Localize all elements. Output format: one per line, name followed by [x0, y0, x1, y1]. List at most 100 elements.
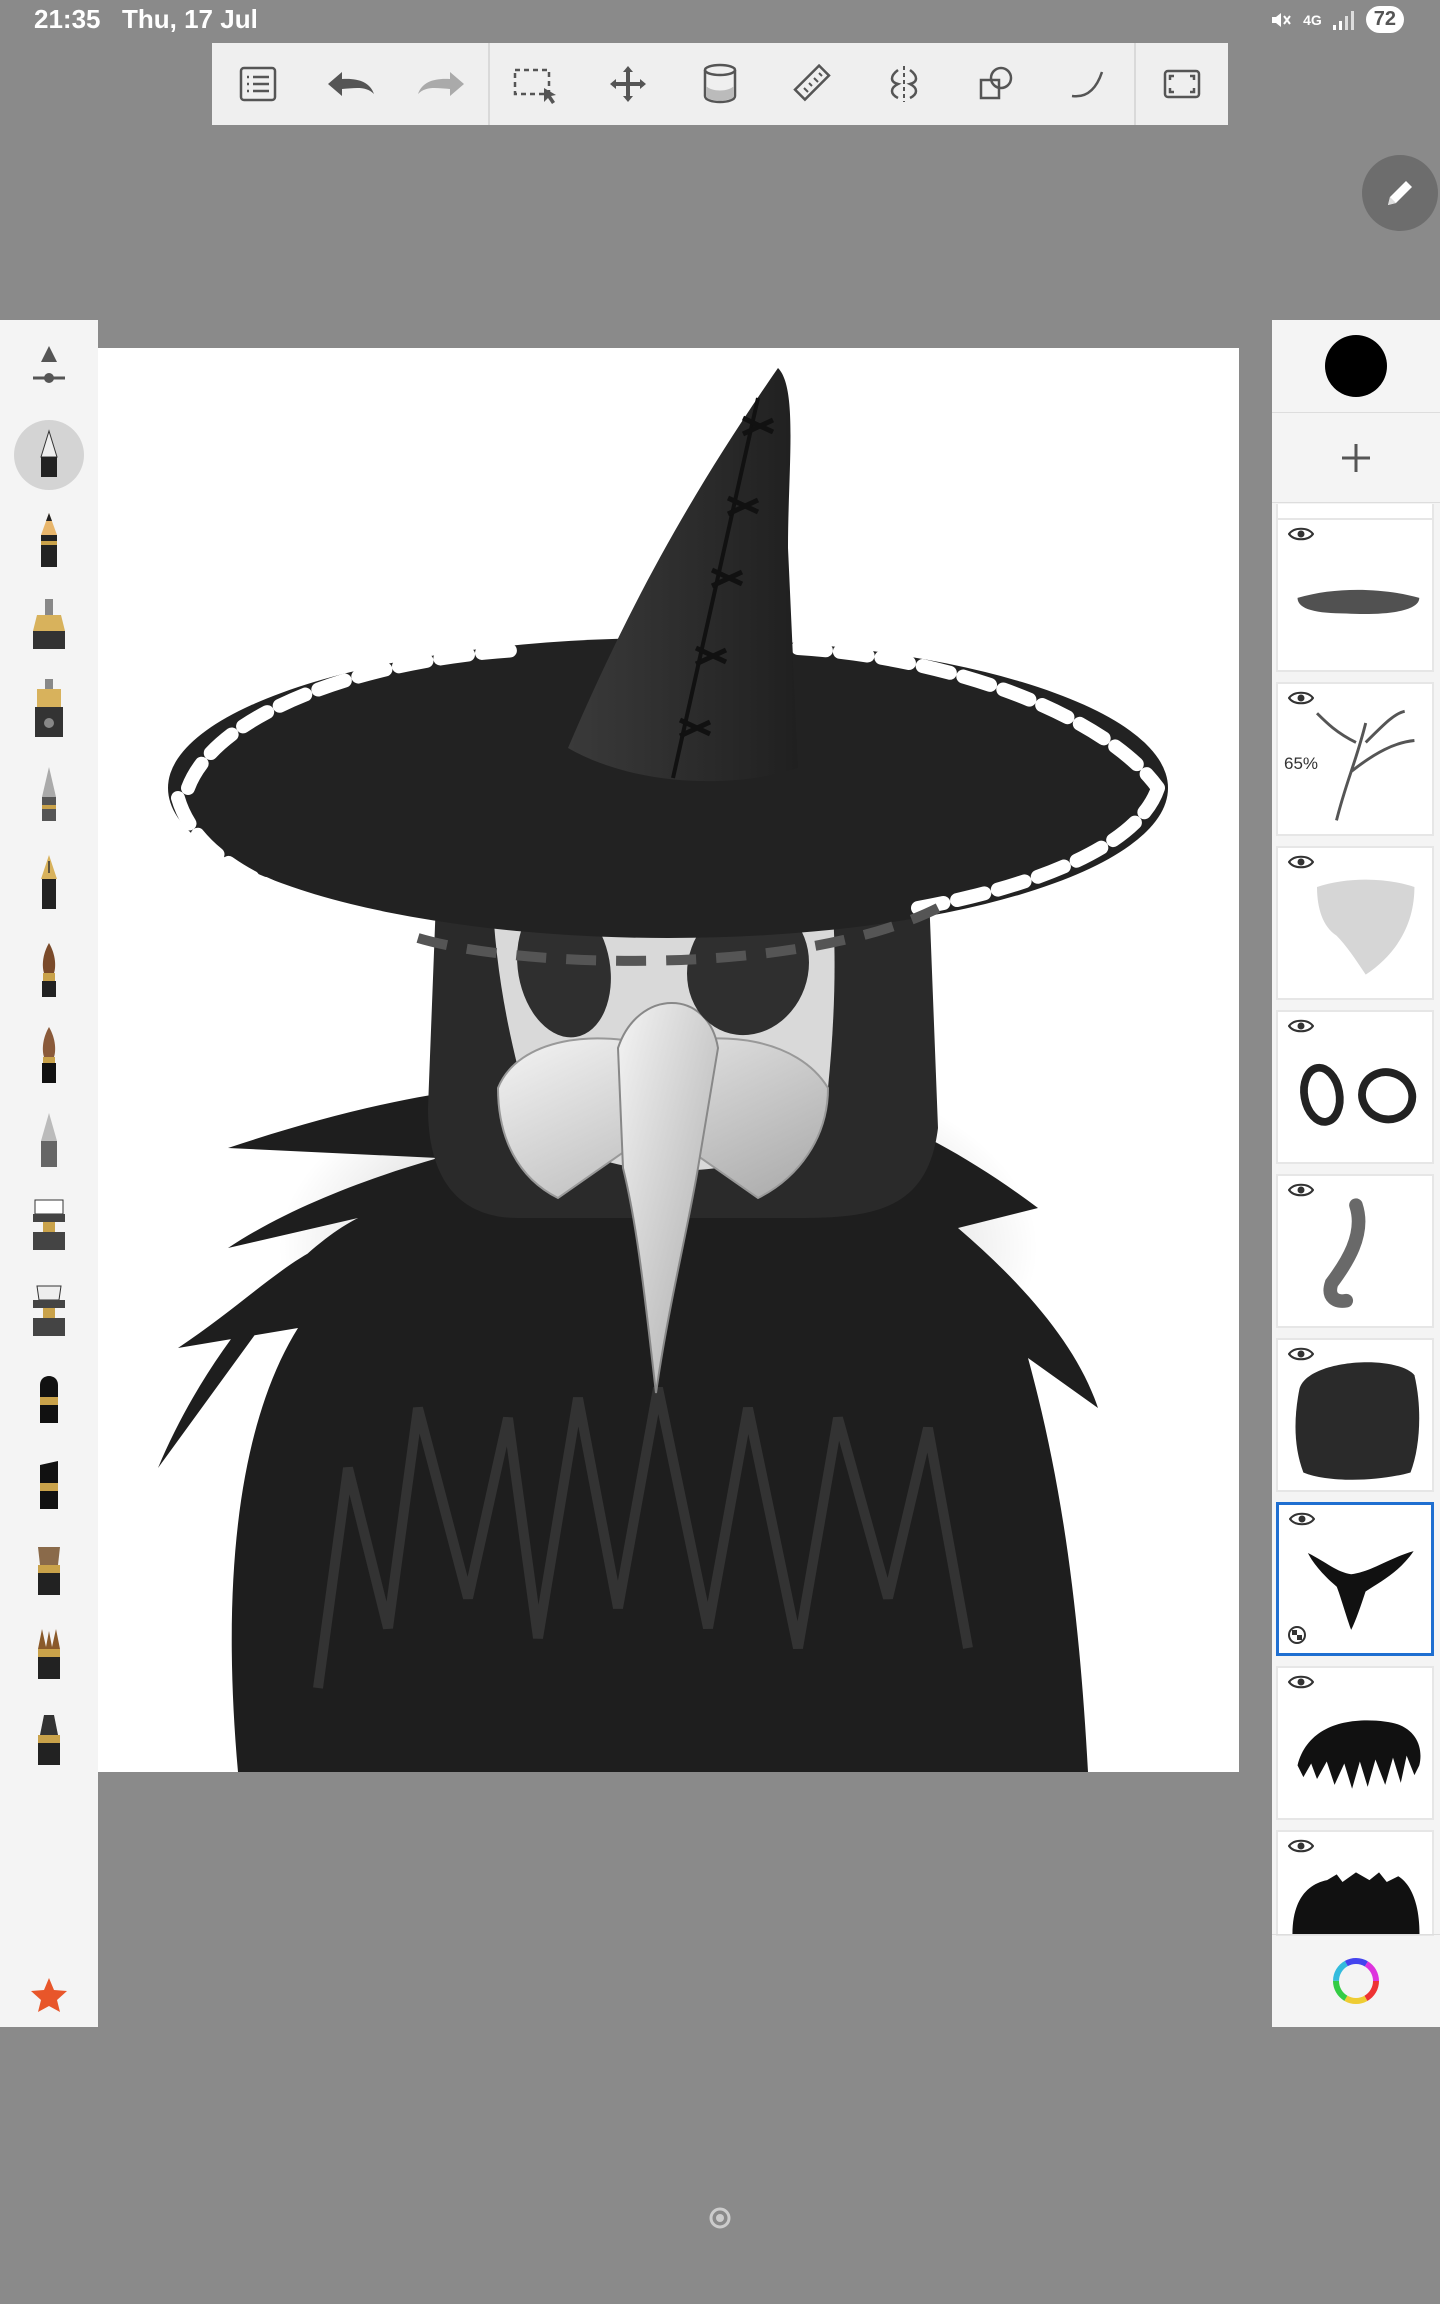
paintbrush-icon	[42, 943, 56, 997]
eye-icon[interactable]	[1289, 1511, 1315, 1527]
marker-brush-icon	[42, 1027, 56, 1083]
undo-button[interactable]	[304, 43, 396, 125]
brush-settings-icon	[33, 346, 65, 383]
layer-2[interactable]: 65%	[1276, 682, 1434, 836]
layer-4[interactable]	[1276, 1010, 1434, 1164]
layer-thumbnail	[1323, 1198, 1366, 1308]
eraser-icon	[33, 1199, 65, 1250]
redo-button[interactable]	[396, 43, 488, 125]
color-wheel-button[interactable]	[1272, 1934, 1440, 2027]
brush-paintbrush[interactable]	[18, 936, 80, 1006]
shapes-button[interactable]	[950, 43, 1042, 125]
brush-chisel[interactable]	[18, 1106, 80, 1176]
top-toolbar	[212, 43, 1228, 125]
layer-opacity-label: 65%	[1284, 754, 1319, 773]
layer-1[interactable]	[1276, 518, 1434, 672]
brush-eraser[interactable]	[18, 1190, 80, 1260]
status-icons: 4G 72	[1269, 6, 1404, 33]
brush-properties-button[interactable]	[18, 330, 80, 400]
marker-icon	[40, 1461, 58, 1509]
brush-airbrush[interactable]	[14, 420, 84, 490]
ruler-button[interactable]	[766, 43, 858, 125]
sync-indicator-icon	[709, 2207, 731, 2229]
status-bar: 21:35 Thu, 17 Jul 4G 72	[0, 0, 1440, 40]
eye-icon[interactable]	[1288, 1346, 1314, 1362]
inking-pen-icon	[33, 599, 65, 649]
brush-marker-pen[interactable]	[18, 1450, 80, 1520]
layer-3[interactable]	[1276, 846, 1434, 1000]
eye-icon[interactable]	[1288, 1674, 1314, 1690]
layer-8[interactable]	[1276, 1666, 1434, 1820]
lock-transparency-icon[interactable]	[1287, 1625, 1307, 1645]
shapes-icon	[979, 66, 1013, 100]
layer-thumbnail	[1295, 1362, 1420, 1480]
layer-thumbnail	[1317, 879, 1415, 975]
eye-icon[interactable]	[1288, 690, 1314, 706]
brush-ballpoint[interactable]	[18, 674, 80, 744]
round-brush-icon	[38, 1715, 60, 1765]
fountain-pen-icon	[41, 855, 57, 909]
layer-thumbnail	[1297, 1720, 1421, 1789]
transform-button[interactable]	[582, 43, 674, 125]
favorites-button[interactable]	[18, 1960, 80, 2030]
technical-pen-icon	[42, 767, 56, 821]
layers-list-button[interactable]	[212, 43, 304, 125]
brush-felt-tip[interactable]	[18, 1364, 80, 1434]
mute-icon	[1272, 12, 1291, 27]
airbrush-icon	[40, 429, 58, 477]
selection-icon	[513, 68, 556, 104]
brush-flat[interactable]	[18, 1536, 80, 1606]
layer-panel: 65%	[1272, 320, 1440, 2027]
layer-7-selected[interactable]	[1276, 1502, 1434, 1656]
list-icon	[239, 66, 277, 102]
curve-button[interactable]	[1042, 43, 1134, 125]
transform-icon	[609, 66, 646, 102]
brush-inking-pen[interactable]	[18, 590, 80, 660]
eye-icon[interactable]	[1288, 854, 1314, 870]
hard-eraser-icon	[33, 1285, 65, 1336]
signal-icon	[1332, 10, 1354, 30]
layer-6[interactable]	[1276, 1338, 1434, 1492]
network-label: 4G	[1303, 11, 1322, 28]
fullscreen-button[interactable]	[1136, 43, 1228, 125]
color-wheel-icon	[1333, 1958, 1379, 2004]
selection-button[interactable]	[490, 43, 582, 125]
pencil-icon	[1388, 181, 1412, 205]
current-color-button[interactable]	[1272, 320, 1440, 413]
drawing-canvas[interactable]	[98, 348, 1239, 1772]
status-date: Thu, 17 Jul	[122, 4, 258, 34]
symmetry-icon	[890, 66, 918, 102]
layer-9[interactable]	[1276, 1830, 1434, 1936]
ruler-icon	[793, 64, 831, 102]
eye-icon[interactable]	[1288, 1838, 1314, 1854]
brush-round[interactable]	[18, 1706, 80, 1776]
fullscreen-icon	[1163, 69, 1201, 99]
plus-icon	[1342, 444, 1370, 472]
brush-fountain-pen[interactable]	[18, 848, 80, 918]
eye-icon[interactable]	[1288, 1182, 1314, 1198]
brush-technical-pen[interactable]	[18, 760, 80, 830]
layer-thumbnail	[1300, 1063, 1417, 1126]
eye-icon[interactable]	[1288, 526, 1314, 542]
brush-hard-eraser[interactable]	[18, 1276, 80, 1346]
add-layer-button[interactable]	[1272, 414, 1440, 503]
curve-icon	[1071, 71, 1104, 98]
redo-icon	[418, 72, 465, 96]
symmetry-button[interactable]	[858, 43, 950, 125]
layer-thumbnail	[1297, 589, 1420, 614]
undo-icon	[328, 72, 375, 96]
brush-palette	[0, 320, 98, 2027]
fill-button[interactable]	[674, 43, 766, 125]
layer-5[interactable]	[1276, 1174, 1434, 1328]
brush-pencil[interactable]	[18, 506, 80, 576]
color-swatch-icon	[1325, 335, 1387, 397]
brush-bristle[interactable]	[18, 1620, 80, 1690]
flat-brush-icon	[38, 1547, 60, 1595]
bristle-brush-icon	[38, 1629, 60, 1679]
eye-icon[interactable]	[1288, 1018, 1314, 1034]
battery-badge: 72	[1365, 6, 1404, 33]
star-icon	[31, 1978, 67, 2012]
edit-pencil-button[interactable]	[1362, 155, 1438, 231]
status-time: 21:35	[34, 4, 101, 34]
brush-marker[interactable]	[18, 1020, 80, 1090]
